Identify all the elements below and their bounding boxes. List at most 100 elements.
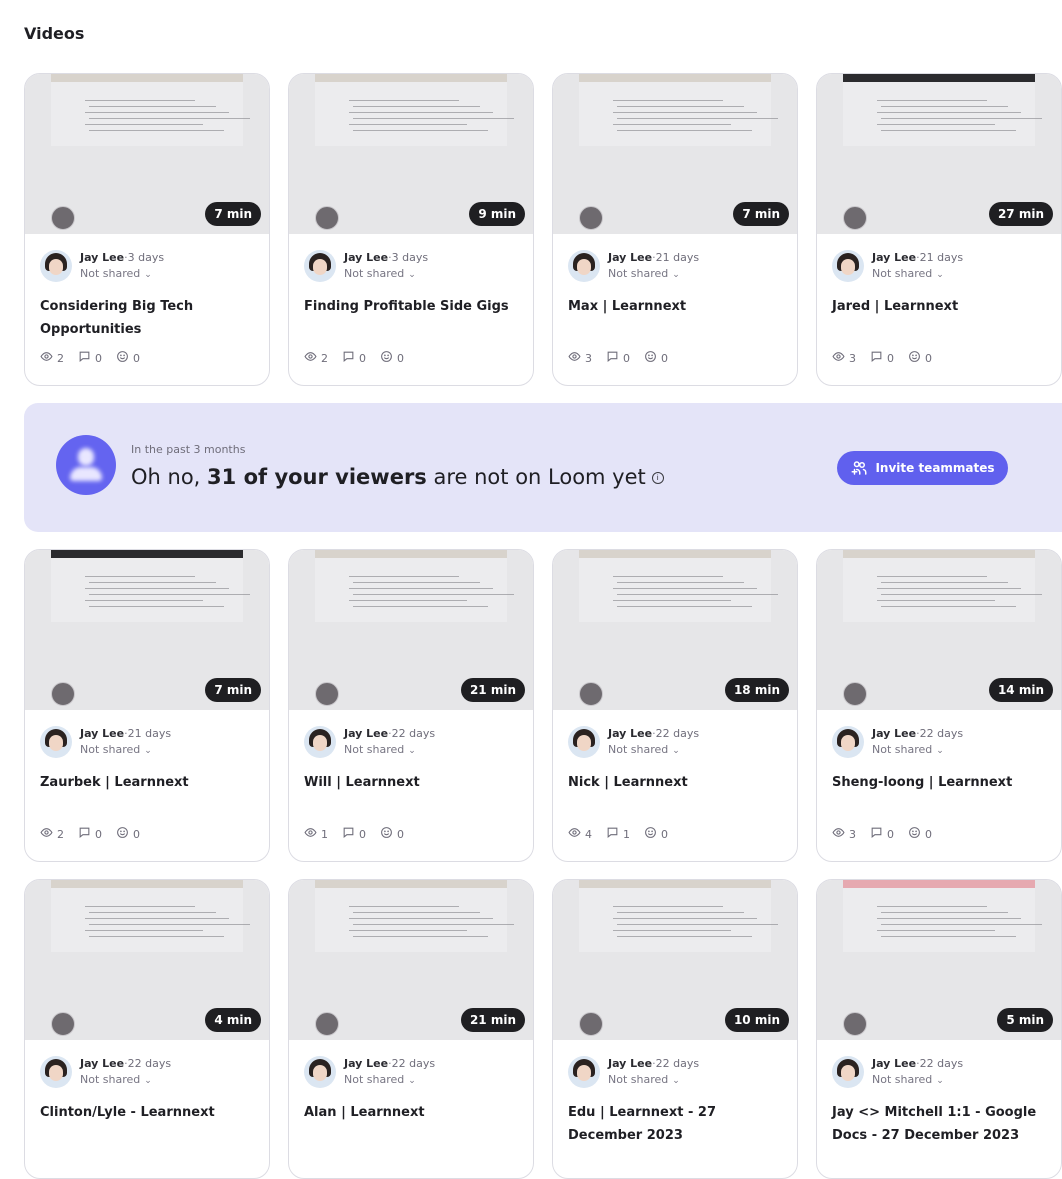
view-count: 2 (321, 351, 328, 365)
eye-icon (568, 350, 581, 366)
banner-message-bold: 31 of your viewers (207, 465, 427, 489)
video-thumbnail[interactable]: 4 min (25, 880, 269, 1040)
share-dropdown[interactable]: Not shared ⌄ (80, 266, 254, 283)
duration-badge: 4 min (205, 1008, 261, 1032)
chevron-down-icon: ⌄ (408, 270, 416, 280)
video-title[interactable]: Edu | Learnnext - 27 December 2023 (568, 1101, 782, 1147)
banner-message-prefix: Oh no, (131, 465, 208, 489)
video-age: 21 days (919, 251, 964, 264)
share-dropdown[interactable]: Not shared ⌄ (344, 1072, 518, 1089)
comment-icon (342, 826, 355, 842)
share-dropdown[interactable]: Not shared ⌄ (872, 266, 1046, 283)
share-status: Not shared (344, 1073, 405, 1086)
author-name: Jay Lee (344, 727, 389, 740)
reaction-count: 0 (397, 351, 404, 365)
video-thumbnail[interactable]: 7 min (25, 550, 269, 710)
camera-bubble (579, 206, 603, 230)
avatar (304, 726, 336, 758)
camera-bubble (579, 682, 603, 706)
chevron-down-icon: ⌄ (144, 746, 152, 756)
share-dropdown[interactable]: Not shared ⌄ (608, 742, 782, 759)
share-dropdown[interactable]: Not shared ⌄ (344, 266, 518, 283)
video-title[interactable]: Jared | Learnnext (832, 295, 1046, 341)
video-card[interactable]: 5 min Jay Lee·22 days Not shared ⌄ Jay <> Mi… (816, 879, 1062, 1179)
video-thumbnail[interactable]: 5 min (817, 880, 1061, 1040)
share-status: Not shared (608, 1073, 669, 1086)
video-card[interactable]: 4 min Jay Lee·22 days Not shared ⌄ Clinton/L… (24, 879, 270, 1179)
share-dropdown[interactable]: Not shared ⌄ (872, 1072, 1046, 1089)
duration-badge: 7 min (205, 678, 261, 702)
video-thumbnail[interactable]: 7 min (25, 74, 269, 234)
screen-preview (51, 880, 243, 952)
author-name: Jay Lee (80, 727, 125, 740)
video-title[interactable]: Jay <> Mitchell 1:1 - Google Docs - 27 D… (832, 1101, 1046, 1147)
screen-preview (843, 880, 1035, 952)
video-card[interactable]: 9 min Jay Lee·3 days Not shared ⌄ Finding Pr… (288, 73, 534, 386)
user-placeholder-icon (56, 435, 116, 495)
share-dropdown[interactable]: Not shared ⌄ (80, 742, 254, 759)
avatar (832, 250, 864, 282)
author-name: Jay Lee (608, 727, 653, 740)
avatar (832, 1056, 864, 1088)
reaction-count: 0 (133, 351, 140, 365)
smile-icon (116, 826, 129, 842)
video-card[interactable]: 7 min Jay Lee·21 days Not shared ⌄ Zaurbek |… (24, 549, 270, 862)
share-dropdown[interactable]: Not shared ⌄ (608, 1072, 782, 1089)
eye-icon (304, 826, 317, 842)
share-dropdown[interactable]: Not shared ⌄ (608, 266, 782, 283)
video-title[interactable]: Considering Big Tech Opportunities (40, 295, 254, 341)
video-title[interactable]: Alan | Learnnext (304, 1101, 518, 1147)
video-thumbnail[interactable]: 10 min (553, 880, 797, 1040)
screen-preview (51, 74, 243, 146)
avatar (40, 1056, 72, 1088)
video-thumbnail[interactable]: 21 min (289, 880, 533, 1040)
video-card[interactable]: 18 min Jay Lee·22 days Not shared ⌄ Nick | L… (552, 549, 798, 862)
video-thumbnail[interactable]: 27 min (817, 74, 1061, 234)
video-title[interactable]: Sheng-loong | Learnnext (832, 771, 1046, 817)
video-card[interactable]: 21 min Jay Lee·22 days Not shared ⌄ Alan | L… (288, 879, 534, 1179)
avatar (568, 1056, 600, 1088)
smile-icon (380, 826, 393, 842)
share-dropdown[interactable]: Not shared ⌄ (80, 1072, 254, 1089)
eye-icon (304, 350, 317, 366)
screen-preview (315, 74, 507, 146)
duration-badge: 21 min (460, 1008, 525, 1032)
video-card[interactable]: 21 min Jay Lee·22 days Not shared ⌄ Will | L… (288, 549, 534, 862)
reaction-count: 0 (397, 827, 404, 841)
eye-icon (832, 826, 845, 842)
video-title[interactable]: Will | Learnnext (304, 771, 518, 817)
video-stats: 2 0 0 (304, 349, 518, 367)
video-thumbnail[interactable]: 9 min (289, 74, 533, 234)
video-title[interactable]: Nick | Learnnext (568, 771, 782, 817)
smile-icon (644, 826, 657, 842)
share-dropdown[interactable]: Not shared ⌄ (872, 742, 1046, 759)
video-thumbnail[interactable]: 7 min (553, 74, 797, 234)
video-card[interactable]: 7 min Jay Lee·21 days Not shared ⌄ Max | Lea… (552, 73, 798, 386)
info-icon[interactable]: i (651, 472, 664, 484)
video-card[interactable]: 14 min Jay Lee·22 days Not shared ⌄ Sheng-lo… (816, 549, 1062, 862)
video-stats: 1 0 0 (304, 825, 518, 843)
video-card[interactable]: 27 min Jay Lee·21 days Not shared ⌄ Jared | … (816, 73, 1062, 386)
comment-count: 0 (887, 351, 894, 365)
video-age: 3 days (127, 251, 165, 264)
comment-icon (606, 826, 619, 842)
video-stats: 3 0 0 (568, 349, 782, 367)
video-title[interactable]: Finding Profitable Side Gigs (304, 295, 518, 341)
duration-badge: 9 min (469, 202, 525, 226)
invite-teammates-button[interactable]: Invite teammates (837, 451, 1008, 485)
smile-icon (380, 350, 393, 366)
video-card[interactable]: 7 min Jay Lee·3 days Not shared ⌄ Considerin… (24, 73, 270, 386)
video-title[interactable]: Clinton/Lyle - Learnnext (40, 1101, 254, 1147)
avatar (568, 726, 600, 758)
share-status: Not shared (872, 267, 933, 280)
author-name: Jay Lee (344, 251, 389, 264)
video-title[interactable]: Zaurbek | Learnnext (40, 771, 254, 817)
share-status: Not shared (344, 743, 405, 756)
video-card[interactable]: 10 min Jay Lee·22 days Not shared ⌄ Edu | Le… (552, 879, 798, 1179)
video-thumbnail[interactable]: 21 min (289, 550, 533, 710)
share-dropdown[interactable]: Not shared ⌄ (344, 742, 518, 759)
video-title[interactable]: Max | Learnnext (568, 295, 782, 341)
camera-bubble (843, 1012, 867, 1036)
video-thumbnail[interactable]: 18 min (553, 550, 797, 710)
video-thumbnail[interactable]: 14 min (817, 550, 1061, 710)
